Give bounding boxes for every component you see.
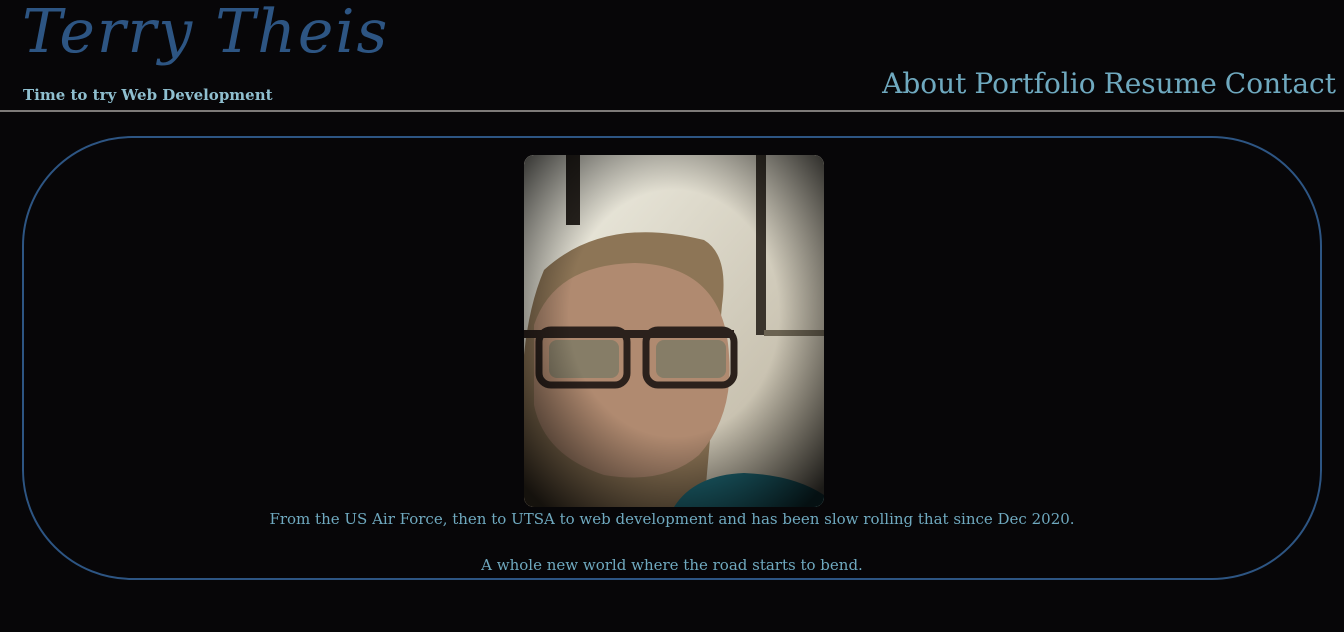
site-header: Terry Theis Time to try Web Development … [0,0,1344,110]
nav-contact[interactable]: Contact [1225,70,1336,98]
nav-resume[interactable]: Resume [1104,70,1217,98]
site-tagline: Time to try Web Development [23,86,273,104]
portrait-image [524,155,824,507]
portrait-photo [524,155,824,507]
bio-paragraph-2: A whole new world where the road starts … [481,556,863,574]
site-title: Terry Theis [22,0,390,67]
nav-portfolio[interactable]: Portfolio [974,70,1095,98]
header-divider [0,110,1344,112]
bio-paragraph-1: From the US Air Force, then to UTSA to w… [269,510,1075,528]
nav-about[interactable]: About [882,70,966,98]
main-nav: About Portfolio Resume Contact [882,70,1336,98]
